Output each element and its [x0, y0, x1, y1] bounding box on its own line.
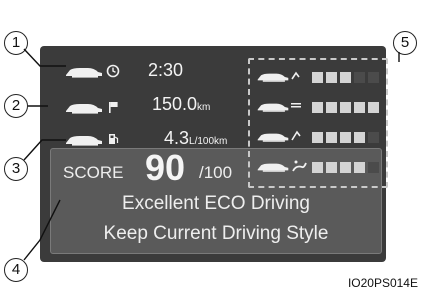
rating-bar [326, 72, 337, 83]
figure-id: IO20PS014E [347, 276, 418, 290]
car-icon [257, 133, 289, 142]
start-icon [290, 69, 302, 87]
score-label: SCORE [63, 163, 124, 182]
time-value: 2:30 [148, 60, 184, 80]
rating-bar [368, 72, 379, 83]
score-value: 90 [145, 147, 186, 188]
rating-bar [340, 72, 351, 83]
clock-icon [106, 64, 120, 78]
car-icon [257, 163, 289, 172]
fuel-value: 4.3L/100km [164, 128, 228, 148]
rating-bar [340, 162, 351, 173]
figure: 2:30 150.0km 4.3L/100km SCORE 90 /100 Ex… [0, 0, 424, 293]
message-line-2: Keep Current Driving Style [103, 223, 329, 244]
car-icon [66, 68, 102, 78]
rating-bar [354, 132, 365, 143]
distance-value: 150.0km [152, 94, 211, 114]
score-max: /100 [199, 163, 233, 182]
car-icon [257, 103, 289, 112]
car-icon [257, 73, 289, 82]
rating-bar [312, 132, 323, 143]
eco-rating-row [250, 96, 386, 120]
rating-bar [368, 132, 379, 143]
callout-1: 1 [4, 31, 28, 55]
fuel-icon [109, 134, 119, 144]
rating-bar [368, 102, 379, 113]
rating-bar [326, 132, 337, 143]
rating-bar [312, 72, 323, 83]
eco-rating-row [250, 156, 386, 180]
cruise-icon [290, 99, 302, 117]
car-icon [66, 136, 102, 146]
rating-bar [312, 162, 323, 173]
eco-rating-row [250, 66, 386, 90]
callout-5: 5 [393, 31, 417, 55]
rating-bar [340, 132, 351, 143]
rating-bar [368, 162, 379, 173]
brake-icon [290, 129, 302, 147]
rating-bar [326, 102, 337, 113]
eco-rating-row [250, 126, 386, 150]
car-icon [66, 104, 102, 114]
message-line-1: Excellent ECO Driving [122, 193, 310, 214]
flag-icon [109, 102, 118, 113]
rating-bar [354, 162, 365, 173]
rating-bar [326, 162, 337, 173]
callout-3: 3 [4, 157, 28, 181]
ac-icon [290, 159, 308, 178]
callout-2: 2 [4, 94, 28, 118]
rating-bar [354, 72, 365, 83]
callout-4: 4 [4, 258, 28, 282]
rating-bar [312, 102, 323, 113]
rating-bar [354, 102, 365, 113]
rating-bar [340, 102, 351, 113]
eco-rating-panel [248, 58, 388, 188]
